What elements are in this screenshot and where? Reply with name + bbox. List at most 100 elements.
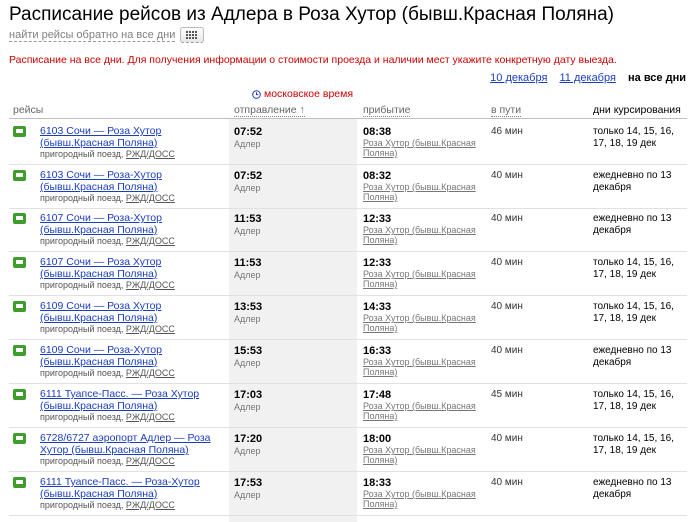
table-row: 6111 Туапсе-Пасс. — Роза-Хутор (бывш.Кра… xyxy=(9,471,687,516)
route-type: пригородный поезд, РЖД/ДОСС xyxy=(40,456,175,466)
travel-duration: 40 мин xyxy=(491,477,523,488)
train-type: пригородный поезд, xyxy=(40,412,124,422)
route-link[interactable]: 6728/6727 аэропорт Адлер — Роза Хутор (б… xyxy=(40,432,235,456)
route-type: пригородный поезд, РЖД/ДОСС xyxy=(40,149,175,159)
route-link[interactable]: 6111 Туапсе-Пасс. — Роза-Хутор (бывш.Кра… xyxy=(40,476,235,500)
header-routes: рейсы xyxy=(13,104,44,116)
carrier-link[interactable]: РЖД/ДОСС xyxy=(126,456,175,466)
arrival-station-link[interactable]: Роза Хутор (бывш.Красная Поляна) xyxy=(363,313,483,333)
route-link[interactable]: 6109 Сочи — Роза Хутор (бывш.Красная Пол… xyxy=(40,300,235,324)
train-icon xyxy=(13,301,26,312)
carrier-link[interactable]: РЖД/ДОСС xyxy=(126,149,175,159)
running-days: ежедневно по 13 декабря xyxy=(593,213,672,236)
arrival-station-link[interactable]: Роза Хутор (бывш.Красная Поляна) xyxy=(363,225,483,245)
clock-icon xyxy=(252,89,261,99)
date-link-dec-10[interactable]: 10 декабря xyxy=(490,72,547,84)
date-switcher: 10 декабря 11 декабря на все дни xyxy=(481,72,686,84)
arrival-station-link[interactable]: Роза Хутор (бывш.Красная Поляна) xyxy=(363,138,483,158)
route-link[interactable]: 6111 Туапсе-Пасс. — Роза Хутор (бывш.Кра… xyxy=(40,388,235,412)
train-type: пригородный поезд, xyxy=(40,456,124,466)
departure-time: 07:52 xyxy=(234,126,263,138)
carrier-link[interactable]: РЖД/ДОСС xyxy=(126,324,175,334)
train-icon xyxy=(13,213,26,224)
train-type: пригородный поезд, xyxy=(40,193,124,203)
train-type: пригородный поезд, xyxy=(40,324,124,334)
running-days: только 14, 15, 16, 17, 18, 19 дек xyxy=(593,301,674,324)
arrival-station-link[interactable]: Роза Хутор (бывш.Красная Поляна) xyxy=(363,269,483,289)
departure-station: Адлер xyxy=(234,402,261,412)
arrival-station-link[interactable]: Роза Хутор (бывш.Красная Поляна) xyxy=(363,445,483,465)
running-days: только 14, 15, 16, 17, 18, 19 дек xyxy=(593,389,674,412)
timezone-note: московское время xyxy=(252,88,353,100)
timezone-label: московское время xyxy=(264,88,354,100)
route-type: пригородный поезд, РЖД/ДОСС xyxy=(40,324,175,334)
train-icon xyxy=(13,170,26,181)
train-type: пригородный поезд, xyxy=(40,368,124,378)
arrival-time: 18:00 xyxy=(363,433,392,445)
departure-station: Адлер xyxy=(234,270,261,280)
train-type: пригородный поезд, xyxy=(40,236,124,246)
route-link[interactable]: 6109 Сочи — Роза-Хутор (бывш.Красная Пол… xyxy=(40,344,235,368)
route-type: пригородный поезд, РЖД/ДОСС xyxy=(40,368,175,378)
table-header: рейсы отправление ↑ прибытие в пути дни … xyxy=(9,101,687,118)
travel-duration: 40 мин xyxy=(491,257,523,268)
table-row: 6109 Сочи — Роза-Хутор (бывш.Красная Пол… xyxy=(9,339,687,384)
departure-station: Адлер xyxy=(234,490,261,500)
reverse-search-label[interactable]: найти рейсы обратно на все дни xyxy=(9,29,176,42)
arrival-time: 17:48 xyxy=(363,389,392,401)
train-icon xyxy=(13,477,26,488)
arrival-time: 12:33 xyxy=(363,213,392,225)
travel-duration: 40 мин xyxy=(491,433,523,444)
header-duration-sort[interactable]: в пути xyxy=(491,104,522,117)
header-departure-sort[interactable]: отправление ↑ xyxy=(234,104,305,117)
departure-station: Адлер xyxy=(234,139,261,149)
calendar-icon[interactable] xyxy=(180,27,205,43)
train-icon xyxy=(13,257,26,268)
date-link-dec-11[interactable]: 11 декабря xyxy=(560,72,616,84)
arrival-station-link[interactable]: Роза Хутор (бывш.Красная Поляна) xyxy=(363,489,483,509)
travel-duration: 40 мин xyxy=(491,170,523,181)
departure-station: Адлер xyxy=(234,226,261,236)
route-link[interactable]: 6107 Сочи — Роза Хутор (бывш.Красная Пол… xyxy=(40,256,235,280)
running-days: только 14, 15, 16, 17, 18, 19 дек xyxy=(593,126,674,149)
running-days: только 14, 15, 16, 17, 18, 19 дек xyxy=(593,257,674,280)
carrier-link[interactable]: РЖД/ДОСС xyxy=(126,236,175,246)
route-link[interactable]: 6107 Сочи — Роза-Хутор (бывш.Красная Пол… xyxy=(40,212,235,236)
header-arrival-sort[interactable]: прибытие xyxy=(363,104,411,117)
departure-station: Адлер xyxy=(234,446,261,456)
running-days: только 14, 15, 16, 17, 18, 19 дек xyxy=(593,433,674,456)
departure-time: 17:53 xyxy=(234,477,263,489)
running-days: ежедневно по 13 декабря xyxy=(593,345,672,368)
train-icon xyxy=(13,433,26,444)
carrier-link[interactable]: РЖД/ДОСС xyxy=(126,193,175,203)
travel-duration: 40 мин xyxy=(491,345,523,356)
table-row: 6103 Сочи — Роза-Хутор (бывш.Красная Пол… xyxy=(9,164,687,209)
route-type: пригородный поезд, РЖД/ДОСС xyxy=(40,412,175,422)
train-type: пригородный поезд, xyxy=(40,280,124,290)
date-current-all-days: на все дни xyxy=(628,72,686,84)
route-type: пригородный поезд, РЖД/ДОСС xyxy=(40,236,175,246)
table-row: 6728/6727 аэропорт Адлер — Роза Хутор (б… xyxy=(9,427,687,472)
train-icon xyxy=(13,345,26,356)
arrival-time: 08:32 xyxy=(363,170,392,182)
arrival-time: 16:33 xyxy=(363,345,392,357)
route-link[interactable]: 6103 Сочи — Роза-Хутор (бывш.Красная Пол… xyxy=(40,169,235,193)
arrival-station-link[interactable]: Роза Хутор (бывш.Красная Поляна) xyxy=(363,357,483,377)
carrier-link[interactable]: РЖД/ДОСС xyxy=(126,368,175,378)
reverse-search-link[interactable]: найти рейсы обратно на все дни xyxy=(9,27,205,43)
train-type: пригородный поезд, xyxy=(40,149,124,159)
carrier-link[interactable]: РЖД/ДОСС xyxy=(126,412,175,422)
departure-time: 07:52 xyxy=(234,170,263,182)
departure-station: Адлер xyxy=(234,358,261,368)
arrival-station-link[interactable]: Роза Хутор (бывш.Красная Поляна) xyxy=(363,182,483,202)
carrier-link[interactable]: РЖД/ДОСС xyxy=(126,280,175,290)
carrier-link[interactable]: РЖД/ДОСС xyxy=(126,500,175,510)
arrival-time: 12:33 xyxy=(363,257,392,269)
arrival-station-link[interactable]: Роза Хутор (бывш.Красная Поляна) xyxy=(363,401,483,421)
table-row: 6111 Туапсе-Пасс. — Роза Хутор (бывш.Кра… xyxy=(9,383,687,428)
arrival-time: 18:33 xyxy=(363,477,392,489)
train-type: пригородный поезд, xyxy=(40,500,124,510)
departure-station: Адлер xyxy=(234,183,261,193)
route-link[interactable]: 6103 Сочи — Роза Хутор (бывш.Красная Пол… xyxy=(40,125,235,149)
page-title: Расписание рейсов из Адлера в Роза Хутор… xyxy=(9,4,615,25)
